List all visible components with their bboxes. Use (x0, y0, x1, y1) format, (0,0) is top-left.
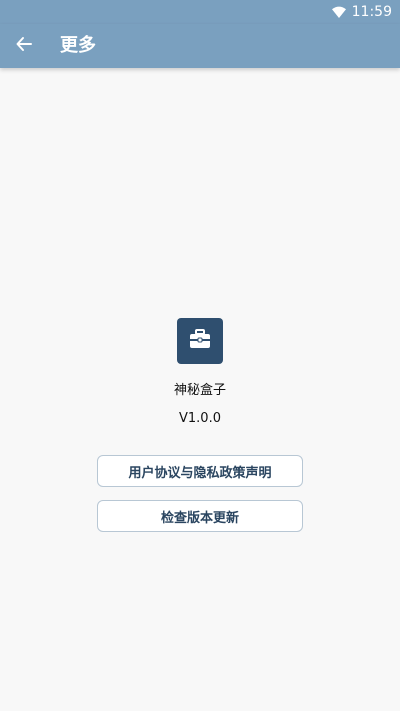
app-version: V1.0.0 (179, 411, 221, 426)
privacy-policy-button[interactable]: 用户协议与隐私政策声明 (97, 455, 303, 487)
app-name: 神秘盒子 (173, 383, 226, 398)
check-update-button-label: 检查版本更新 (160, 510, 239, 526)
about-screen: 11:59 更多 神秘盒子 V1.0.0 用户协议与隐私政策声明 检查版本更新 (0, 0, 400, 711)
status-time: 11:59 (351, 4, 392, 20)
back-button[interactable] (10, 32, 38, 60)
check-update-button[interactable]: 检查版本更新 (97, 500, 303, 532)
app-bar: 更多 (0, 24, 400, 68)
arrow-left-icon (15, 35, 33, 57)
privacy-policy-button-label: 用户协议与隐私政策声明 (128, 465, 272, 481)
app-logo (177, 318, 223, 364)
page-title: 更多 (60, 35, 96, 56)
about-content: 神秘盒子 V1.0.0 用户协议与隐私政策声明 检查版本更新 (0, 318, 400, 532)
wifi-icon (331, 6, 346, 18)
status-bar: 11:59 (0, 0, 400, 24)
toolbox-icon (189, 329, 211, 353)
status-right: 11:59 (331, 2, 392, 22)
